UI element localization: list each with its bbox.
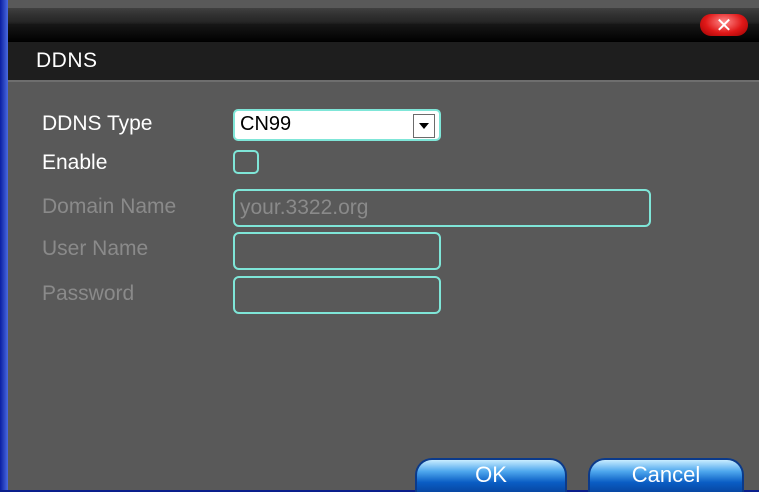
dialog-title: DDNS [36,49,98,72]
enable-label: Enable [42,151,108,174]
close-x-icon: ✕ [715,13,733,37]
domain-name-field[interactable]: your.3322.org [233,189,651,227]
domain-name-label: Domain Name [42,195,177,218]
enable-checkbox[interactable] [233,150,259,174]
header-band [8,42,759,80]
password-label: Password [42,282,135,305]
cancel-button[interactable]: Cancel [588,458,744,492]
ddns-type-label: DDNS Type [42,112,153,135]
ddns-type-select[interactable]: CN99 [233,109,441,141]
user-name-label: User Name [42,237,149,260]
close-button[interactable]: ✕ [700,14,748,36]
ok-button[interactable]: OK [415,458,567,492]
ddns-type-value: CN99 [240,113,292,135]
header-divider [8,80,759,82]
title-bar[interactable] [8,8,759,42]
domain-name-value: your.3322.org [240,196,369,219]
user-name-field[interactable] [233,232,441,270]
chevron-down-icon[interactable] [413,114,435,138]
password-field[interactable] [233,276,441,314]
window-edge [0,0,8,490]
